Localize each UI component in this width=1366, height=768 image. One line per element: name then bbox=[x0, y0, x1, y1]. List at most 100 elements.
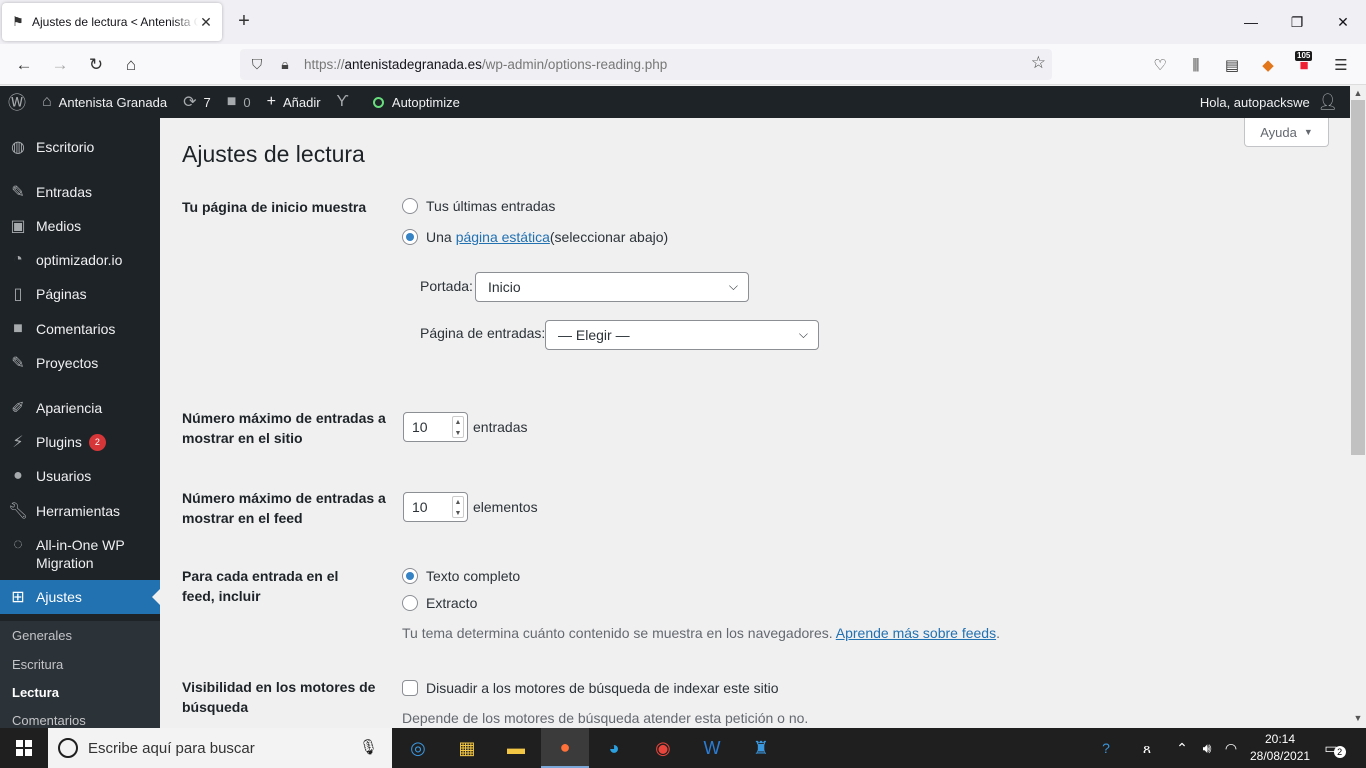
sidebar-item-migration[interactable]: ◌ All-in-One WP Migration bbox=[0, 536, 160, 574]
posts-page-select[interactable]: — Elegir — ⌵ bbox=[545, 320, 819, 350]
home-button[interactable]: ⌂ bbox=[116, 50, 146, 80]
sidebar-item-escritorio[interactable]: ◍ Escritorio bbox=[0, 138, 160, 156]
max-feed-label: Número máximo de entradas a mostrar en e… bbox=[182, 490, 386, 526]
sidebar-item-proyectos[interactable]: ✎ Proyectos bbox=[0, 354, 160, 372]
wifi-icon[interactable]: ◠ bbox=[1220, 728, 1242, 768]
sidebar-icon[interactable]: ▤ bbox=[1222, 55, 1242, 75]
max-posts-label: Número máximo de entradas a mostrar en e… bbox=[182, 410, 386, 446]
help-tray-icon[interactable]: ? bbox=[1092, 728, 1120, 768]
submenu-lectura[interactable]: Lectura bbox=[12, 685, 59, 700]
shield-icon[interactable]: ⛉ bbox=[246, 56, 268, 73]
sidebar-item-usuarios[interactable]: ● Usuarios bbox=[0, 467, 160, 485]
wordpress-favicon-icon: ⚑ bbox=[12, 14, 24, 29]
help-button[interactable]: Ayuda ▼ bbox=[1244, 118, 1329, 147]
new-tab-button[interactable]: + bbox=[232, 10, 256, 34]
windows-taskbar: Escribe aquí para buscar 🎙︎ ◎ ▦ ▬ ● ◕ ◉ … bbox=[0, 728, 1366, 768]
file-explorer-icon[interactable]: ▬ bbox=[492, 728, 540, 768]
settings-submenu: Generales Escritura Lectura Comentarios bbox=[0, 621, 160, 728]
pin-icon: ✎ bbox=[11, 184, 25, 201]
stepper-icon[interactable]: ▲ ▼ bbox=[452, 496, 464, 518]
minimize-button[interactable]: — bbox=[1228, 0, 1274, 44]
sidebar-item-entradas[interactable]: ✎ Entradas bbox=[0, 183, 160, 201]
lock-icon[interactable]: 🔒︎ bbox=[274, 56, 296, 73]
pin-icon: ✎ bbox=[11, 355, 25, 372]
chevron-up-icon[interactable]: ⌃ bbox=[1172, 728, 1192, 768]
max-posts-input[interactable]: 10 ▲ ▼ bbox=[403, 412, 468, 442]
sidebar-item-comentarios[interactable]: ■ Comentarios bbox=[0, 320, 160, 338]
front-page-select[interactable]: Inicio ⌵ bbox=[475, 272, 749, 302]
sidebar-item-herramientas[interactable]: 🔧︎ Herramientas bbox=[0, 502, 160, 520]
main-content: Ayuda ▼ Ajustes de lectura Tu página de i… bbox=[160, 118, 1350, 728]
windows-logo-icon bbox=[16, 740, 32, 756]
submenu-generales[interactable]: Generales bbox=[12, 628, 72, 643]
word-icon[interactable]: W bbox=[688, 728, 736, 768]
store-icon[interactable]: ▦ bbox=[443, 728, 491, 768]
chrome-icon[interactable]: ◉ bbox=[639, 728, 687, 768]
sidebar-item-apariencia[interactable]: ✐ Apariencia bbox=[0, 399, 160, 417]
submenu-escritura[interactable]: Escritura bbox=[12, 657, 63, 672]
feeds-learn-more-link[interactable]: Aprende más sobre feeds bbox=[836, 625, 996, 641]
account-menu[interactable]: Hola, autopackswe 👤︎ bbox=[1200, 86, 1338, 118]
yoast-link[interactable]: Ƴ bbox=[329, 86, 357, 118]
scrollbar-thumb[interactable] bbox=[1351, 100, 1365, 455]
stepper-icon[interactable]: ▲ ▼ bbox=[452, 416, 464, 438]
max-feed-input[interactable]: 10 ▲ ▼ bbox=[403, 492, 468, 522]
taskbar-clock[interactable]: 20:14 28/08/2021 bbox=[1250, 731, 1310, 765]
volume-icon[interactable]: 🔊︎ bbox=[1196, 728, 1218, 768]
taskbar-search[interactable]: Escribe aquí para buscar 🎙︎ bbox=[48, 728, 392, 768]
visibility-description: Depende de los motores de búsqueda atend… bbox=[402, 710, 809, 726]
robot-app-icon[interactable]: ♜ bbox=[737, 728, 785, 768]
user-icon: ● bbox=[13, 467, 23, 484]
wp-admin-bar: Ⓦ ⌂ Antenista Granada ⟳ 7 ■ 0 + Añadir Ƴ Aut… bbox=[0, 86, 1350, 118]
sidebar-item-medios[interactable]: ▣ Medios bbox=[0, 217, 160, 235]
site-name-link[interactable]: ⌂ Antenista Granada bbox=[34, 86, 175, 118]
autoptimize-link[interactable]: Autoptimize bbox=[365, 86, 468, 118]
edge-icon[interactable]: ◕ bbox=[590, 728, 638, 768]
radio-button[interactable] bbox=[402, 229, 418, 245]
sidebar-item-ajustes[interactable]: ⊞ Ajustes bbox=[0, 580, 160, 614]
discourage-checkbox-row[interactable]: Disuadir a los motores de búsqueda de in… bbox=[402, 680, 779, 696]
forward-button[interactable]: → bbox=[45, 50, 75, 80]
close-window-button[interactable]: ✕ bbox=[1320, 0, 1366, 44]
scroll-down-icon[interactable]: ▼ bbox=[1350, 713, 1366, 727]
discourage-checkbox[interactable] bbox=[402, 680, 418, 696]
pocket-icon[interactable]: ♡ bbox=[1150, 55, 1170, 75]
sidebar-item-optimizador[interactable]: ◔ optimizador.io bbox=[0, 251, 160, 269]
bookmark-star-icon[interactable]: ☆ bbox=[1031, 53, 1046, 73]
radio-button[interactable] bbox=[402, 595, 418, 611]
url-bar[interactable]: ⛉ 🔒︎ https://antenistadegranada.es/wp-ad… bbox=[240, 49, 1052, 80]
menu-icon[interactable]: ☰ bbox=[1331, 55, 1351, 75]
browser-tab[interactable]: ⚑ Ajustes de lectura < Antenista Granada… bbox=[2, 3, 222, 41]
restore-button[interactable]: ❐ bbox=[1274, 0, 1320, 44]
radio-button[interactable] bbox=[402, 568, 418, 584]
visibility-label: Visibilidad en los motores de búsqueda bbox=[182, 679, 376, 715]
sidebar-item-paginas[interactable]: ▯ Páginas bbox=[0, 285, 160, 303]
back-button[interactable]: ← bbox=[9, 50, 39, 80]
sidebar-item-plugins[interactable]: ⚡ Plugins 2 bbox=[0, 433, 160, 451]
app-edge-beta-icon[interactable]: ◎ bbox=[394, 728, 442, 768]
close-tab-icon[interactable]: ✕ bbox=[198, 14, 214, 31]
comments-link[interactable]: ■ 0 bbox=[219, 86, 259, 118]
chevron-down-icon: ⌵ bbox=[728, 279, 738, 293]
library-icon[interactable]: ⫼ bbox=[1186, 55, 1206, 75]
radio-latest-posts[interactable]: Tus últimas entradas bbox=[402, 198, 555, 214]
notifications-button[interactable]: ▭ 2 bbox=[1320, 728, 1350, 768]
url-text: https://antenistadegranada.es/wp-admin/o… bbox=[304, 57, 668, 72]
start-button[interactable] bbox=[0, 728, 48, 768]
updates-link[interactable]: ⟳ 7 bbox=[175, 86, 219, 118]
metamask-icon[interactable]: ◆ bbox=[1258, 55, 1278, 75]
wp-logo-button[interactable]: Ⓦ bbox=[0, 86, 34, 118]
radio-static-page[interactable]: Una página estática (seleccionar abajo) bbox=[402, 229, 668, 245]
add-new-link[interactable]: + Añadir bbox=[259, 86, 329, 118]
reload-button[interactable]: ↻ bbox=[81, 50, 111, 80]
radio-button[interactable] bbox=[402, 198, 418, 214]
firefox-icon[interactable]: ● bbox=[541, 728, 589, 768]
radio-excerpt[interactable]: Extracto bbox=[402, 595, 477, 611]
static-page-link[interactable]: página estática bbox=[456, 229, 550, 245]
submenu-comentarios[interactable]: Comentarios bbox=[12, 713, 86, 728]
browser-tab-bar: ⚑ Ajustes de lectura < Antenista Granada… bbox=[0, 0, 1366, 44]
people-icon[interactable]: ጸ bbox=[1134, 728, 1160, 768]
microphone-icon[interactable]: 🎙︎ bbox=[359, 738, 378, 756]
radio-full-text[interactable]: Texto completo bbox=[402, 568, 520, 584]
search-circle-icon bbox=[58, 738, 78, 758]
